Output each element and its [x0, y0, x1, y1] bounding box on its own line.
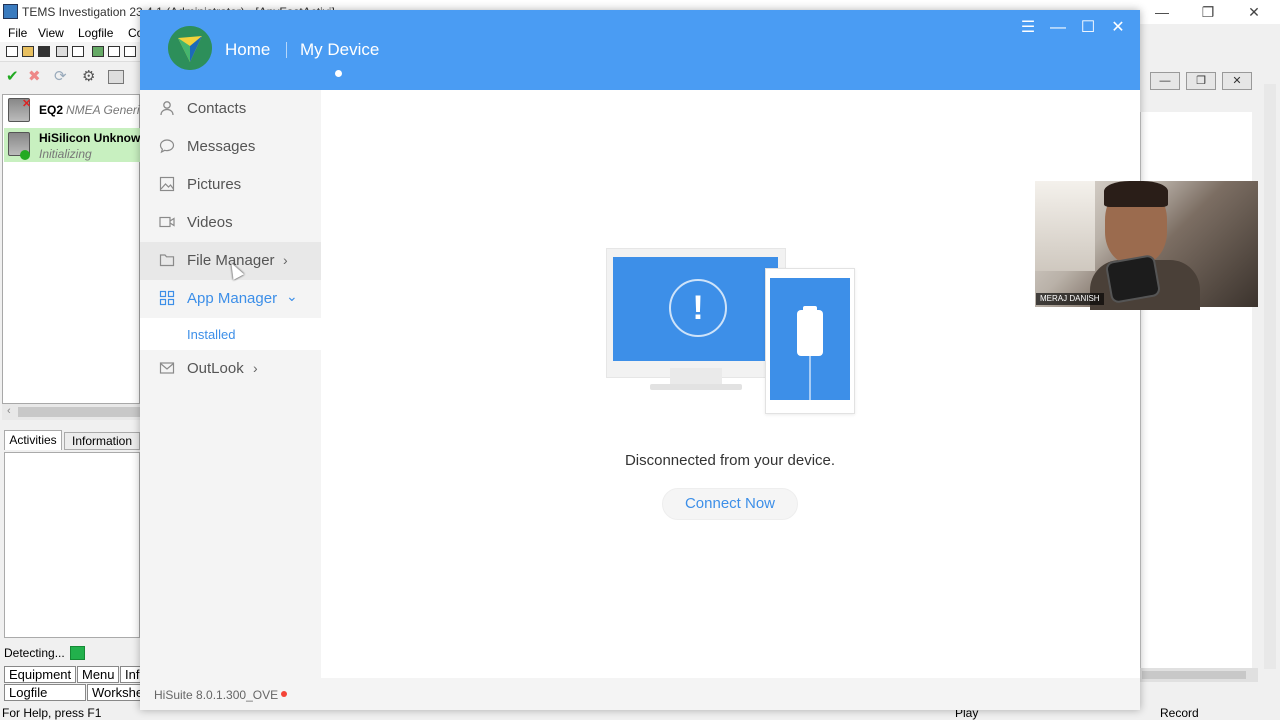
- sidebar-item-contacts[interactable]: Contacts: [140, 90, 321, 128]
- save-icon[interactable]: [38, 46, 50, 57]
- update-dot-indicator: [281, 691, 287, 697]
- sidebar-item-app-manager[interactable]: App Manager ⌄: [140, 280, 321, 318]
- play-status-icon: [20, 150, 30, 160]
- webcam-person-hair: [1104, 181, 1168, 207]
- minimize-icon[interactable]: —: [1142, 2, 1182, 22]
- restore-icon[interactable]: ❐: [1188, 2, 1228, 22]
- chevron-right-icon: ›: [253, 360, 258, 376]
- detecting-label: Detecting...: [4, 646, 65, 660]
- tab-menu[interactable]: Menu: [77, 666, 119, 683]
- scrollbar-thumb[interactable]: [18, 407, 140, 417]
- sidebar-item-label: OutLook: [187, 360, 244, 377]
- detect-status-indicator: [70, 646, 85, 660]
- tab-activities[interactable]: Activities: [4, 430, 62, 450]
- tool-icon[interactable]: [124, 46, 136, 57]
- equipment-row-hisilicon[interactable]: HiSilicon Unknown Initializing: [4, 128, 148, 162]
- sidebar-item-label: Pictures: [187, 176, 242, 193]
- new-icon[interactable]: [6, 46, 18, 57]
- disconnected-message: Disconnected from your device.: [624, 452, 836, 469]
- scrollbar-thumb[interactable]: [1142, 671, 1246, 679]
- close-icon[interactable]: ✕: [1108, 18, 1128, 38]
- person-icon: [158, 100, 176, 118]
- equipment-name: HiSilicon Unknown: [39, 131, 148, 145]
- hisuite-header: [140, 10, 1140, 90]
- nav-my-device[interactable]: My Device: [300, 40, 379, 60]
- picture-icon: [158, 176, 176, 194]
- properties-icon[interactable]: [108, 70, 124, 84]
- hisuite-footer: [140, 678, 1140, 710]
- mail-icon: [158, 360, 176, 378]
- sidebar-item-label: Contacts: [187, 100, 247, 117]
- close-icon[interactable]: ✕: [1234, 2, 1274, 22]
- tems-app-icon: [3, 4, 18, 19]
- sidebar-item-label: Messages: [187, 138, 256, 155]
- mdi-restore-icon[interactable]: ❐: [1186, 72, 1216, 90]
- active-nav-indicator: [335, 70, 342, 77]
- open-icon[interactable]: [22, 46, 34, 57]
- maximize-icon[interactable]: ☐: [1078, 18, 1098, 38]
- hisuite-logo: [168, 26, 212, 70]
- sidebar-item-pictures[interactable]: Pictures: [140, 166, 321, 204]
- status-record: Record: [1160, 706, 1199, 720]
- settings-gear-icon[interactable]: ⚙: [82, 69, 98, 84]
- activities-panel: [4, 452, 140, 638]
- warning-exclamation-icon: !: [692, 289, 704, 327]
- sidebar-item-outlook[interactable]: OutLook ›: [140, 350, 321, 388]
- refresh-icon[interactable]: ⟳: [54, 69, 70, 84]
- error-x-icon: ✕: [22, 98, 32, 110]
- nav-home[interactable]: Home: [225, 40, 270, 60]
- sidebar-subitem-installed[interactable]: Installed: [140, 318, 321, 350]
- tab-equipment[interactable]: Equipment: [4, 666, 76, 683]
- sidebar-item-label: Installed: [187, 327, 236, 342]
- disconnect-equipment-icon[interactable]: ✖: [28, 69, 44, 84]
- menu-file[interactable]: File: [8, 26, 27, 40]
- video-icon: [158, 214, 176, 232]
- sidebar-item-messages[interactable]: Messages: [140, 128, 321, 166]
- menu-view[interactable]: View: [38, 26, 64, 40]
- sidebar-item-videos[interactable]: Videos: [140, 204, 321, 242]
- sidebar-item-label: Videos: [187, 214, 233, 231]
- menu-logfile[interactable]: Logfile: [78, 26, 113, 40]
- status-help-text: For Help, press F1: [2, 706, 102, 720]
- nav-separator: [286, 42, 287, 58]
- connect-now-button[interactable]: Connect Now: [662, 488, 798, 520]
- webcam-background-window: [1035, 181, 1095, 271]
- tool-icon[interactable]: [92, 46, 104, 57]
- tab-worksheet[interactable]: Worksheet: [87, 684, 142, 701]
- minimize-icon[interactable]: —: [1048, 18, 1068, 38]
- equipment-name: EQ2: [39, 103, 64, 117]
- version-label: HiSuite 8.0.1.300_OVE: [154, 688, 279, 702]
- webcam-name-label: MERAJ DANISH: [1036, 293, 1104, 305]
- tab-info[interactable]: Info: [120, 666, 142, 683]
- equipment-row-eq2[interactable]: ✕ EQ2 NMEA Generic: [4, 96, 146, 130]
- vertical-scrollbar[interactable]: [1264, 84, 1276, 669]
- tab-information[interactable]: Information: [64, 432, 140, 450]
- mdi-minimize-icon[interactable]: —: [1150, 72, 1180, 90]
- usb-cable: [809, 356, 811, 400]
- tab-logfile[interactable]: Logfile: [4, 684, 86, 701]
- print-preview-icon[interactable]: [72, 46, 84, 57]
- chevron-down-icon: ⌄: [286, 288, 298, 304]
- scroll-left-icon[interactable]: ‹: [7, 405, 11, 417]
- print-icon[interactable]: [56, 46, 68, 57]
- mdi-close-icon[interactable]: ✕: [1222, 72, 1252, 90]
- equipment-status: Initializing: [39, 147, 92, 161]
- menu-hamburger-icon[interactable]: ☰: [1018, 18, 1038, 38]
- monitor-base: [650, 384, 742, 390]
- tool-icon[interactable]: [108, 46, 120, 57]
- connect-equipment-icon[interactable]: ✔: [6, 69, 22, 84]
- usb-plug-icon: [797, 310, 823, 356]
- sidebar-item-label: App Manager: [187, 290, 278, 307]
- chevron-right-icon: ›: [283, 252, 288, 268]
- folder-icon: [158, 252, 176, 270]
- webcam-phone: [1104, 253, 1162, 305]
- grid-icon: [158, 290, 176, 308]
- equipment-type: NMEA Generic: [66, 103, 146, 117]
- chat-bubble-icon: [158, 138, 176, 156]
